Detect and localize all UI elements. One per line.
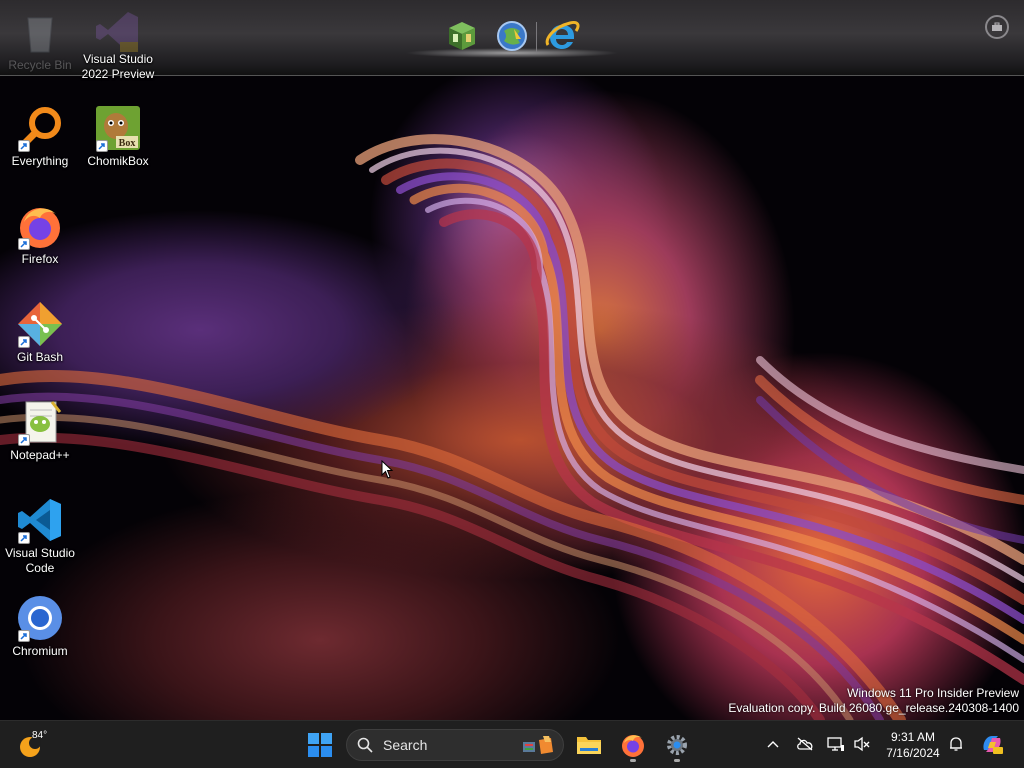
desktop-icon-vscode[interactable]: Visual Studio Code	[0, 496, 80, 576]
shortcut-arrow-icon	[18, 140, 30, 152]
mouse-cursor-icon	[381, 460, 394, 479]
desktop-icon-label: ChomikBox	[87, 154, 149, 168]
firefox-icon	[16, 202, 64, 250]
copilot-icon	[983, 736, 1003, 754]
desktop-icon-recycle-bin[interactable]: Recycle Bin	[0, 8, 80, 73]
volume-muted-icon	[854, 736, 870, 752]
desktop-icon-visual-studio-2022[interactable]: Visual Studio 2022 Preview	[78, 8, 158, 82]
firefox-taskbar-button[interactable]	[615, 727, 651, 763]
weather-widget[interactable]: 84°	[18, 730, 58, 760]
desktop-icon-label: Visual Studio 2022 Preview	[81, 52, 155, 81]
bell-icon	[950, 737, 962, 751]
briefcase-icon	[992, 22, 1002, 31]
settings-icon	[667, 735, 687, 755]
desktop-icon-git-bash[interactable]: Git Bash	[0, 300, 80, 365]
desktop-icon-label: Notepad++	[10, 448, 70, 462]
onedrive-tray-button[interactable]	[795, 734, 815, 754]
chromium-icon	[16, 594, 64, 642]
everything-icon	[16, 104, 64, 152]
shortcut-arrow-icon	[96, 140, 108, 152]
taskbar-search-box[interactable]: Search	[346, 729, 564, 761]
copilot-button[interactable]	[980, 732, 1004, 756]
dock-separator	[536, 22, 537, 52]
settings-taskbar-button[interactable]	[659, 727, 695, 763]
svg-text:Box: Box	[119, 138, 136, 149]
desktop-icon-label: Recycle Bin	[8, 58, 72, 72]
show-hidden-icons-button[interactable]	[763, 734, 783, 754]
weather-temperature: 84°	[32, 730, 48, 741]
watermark-line-1: Windows 11 Pro Insider Preview	[847, 686, 1019, 700]
running-indicator	[630, 759, 636, 762]
clock[interactable]: 9:31 AM 7/16/2024	[876, 729, 950, 761]
network-tray-button[interactable]	[826, 734, 846, 754]
desktop-icon-label: Everything	[11, 154, 69, 168]
start-button[interactable]	[302, 727, 338, 763]
desktop-icon-label: Chromium	[12, 644, 68, 658]
firefox-icon	[622, 735, 644, 757]
file-explorer-button[interactable]	[571, 727, 607, 763]
cloud-off-icon	[797, 737, 813, 751]
shortcut-arrow-icon	[18, 336, 30, 348]
desktop-icon-label: Firefox	[21, 252, 59, 266]
clock-time: 9:31 AM	[890, 730, 936, 744]
desktop-icon-chomikbox[interactable]: Box ChomikBox	[78, 104, 158, 169]
desktop-icon-chromium[interactable]: Chromium	[0, 594, 80, 659]
network-icon	[827, 737, 844, 751]
notifications-button[interactable]	[946, 734, 966, 754]
search-highlight-icon	[523, 736, 553, 754]
git-bash-icon	[16, 300, 64, 348]
shortcut-arrow-icon	[18, 434, 30, 446]
visual-studio-icon	[94, 8, 142, 56]
evaluation-watermark: Windows 11 Pro Insider Preview Evaluatio…	[728, 686, 1019, 716]
shortcut-arrow-icon	[18, 238, 30, 250]
clock-date: 7/16/2024	[886, 746, 940, 760]
volume-tray-button[interactable]	[852, 734, 872, 754]
search-placeholder: Search	[383, 737, 428, 753]
app-1-icon[interactable]	[443, 18, 481, 54]
shortcut-arrow-icon	[18, 532, 30, 544]
start-icon	[308, 733, 332, 757]
desktop-icon-notepadpp[interactable]: Notepad++	[0, 398, 80, 463]
desktop-icon-everything[interactable]: Everything	[0, 104, 80, 169]
shortcut-arrow-icon	[18, 630, 30, 642]
app-2-icon[interactable]	[493, 18, 531, 54]
desktop-icon-firefox[interactable]: Firefox	[0, 202, 80, 267]
desktop-icon-label: Git Bash	[16, 350, 64, 364]
vscode-icon	[16, 496, 64, 544]
running-indicator	[674, 759, 680, 762]
dock-menu-button[interactable]	[985, 15, 1009, 39]
file-explorer-icon	[577, 737, 601, 754]
internet-explorer-icon[interactable]	[543, 18, 581, 54]
desktop-icon-label: Visual Studio Code	[5, 546, 75, 575]
search-icon	[357, 737, 373, 753]
chevron-up-icon	[767, 741, 779, 748]
notepadpp-icon	[16, 398, 64, 446]
recycle-bin-icon	[16, 8, 64, 56]
chomikbox-icon: Box	[94, 104, 142, 152]
watermark-line-2: Evaluation copy. Build 26080.ge_release.…	[728, 701, 1019, 715]
taskbar: 84° Search 9:31 AM 7/16/2024	[0, 720, 1024, 768]
